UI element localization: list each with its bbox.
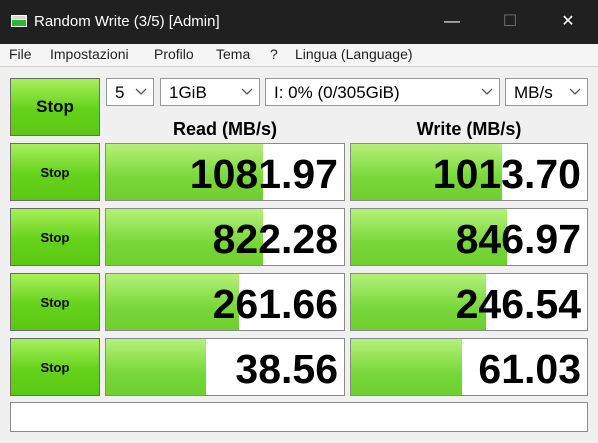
menu-language[interactable]: Lingua (Language)	[295, 46, 413, 62]
unit-select[interactable]: MB/s	[505, 78, 588, 106]
write-result-row-3: 246.54	[350, 273, 588, 331]
title-bar[interactable]: Random Write (3/5) [Admin] — ☐ ✕	[0, 0, 598, 44]
read-result-row-2: 822.28	[105, 208, 345, 266]
write-result-row-1: 1013.70	[350, 143, 588, 201]
test-size-select[interactable]: 1GiB	[160, 78, 260, 106]
write-value-row-4: 61.03	[478, 346, 581, 392]
menu-settings[interactable]: Impostazioni	[50, 46, 129, 62]
menu-profile[interactable]: Profilo	[154, 46, 194, 62]
read-result-row-3: 261.66	[105, 273, 345, 331]
stop-button-row-3[interactable]: Stop	[10, 273, 100, 331]
close-icon: ✕	[561, 13, 575, 30]
chevron-down-icon	[569, 88, 581, 95]
test-count-select[interactable]: 5	[106, 78, 154, 106]
stop-all-button[interactable]: Stop	[10, 78, 100, 136]
read-value-row-2: 822.28	[212, 216, 338, 262]
chevron-down-icon	[481, 88, 493, 95]
menu-bar: File Impostazioni Profilo Tema ? Lingua …	[0, 44, 598, 66]
read-value-row-1: 1081.97	[189, 151, 338, 197]
read-value-row-4: 38.56	[235, 346, 338, 392]
drive-icon	[11, 15, 27, 27]
write-value-row-2: 846.97	[455, 216, 581, 262]
write-value-row-1: 1013.70	[432, 151, 581, 197]
minimize-button[interactable]: —	[432, 8, 472, 36]
read-result-row-1: 1081.97	[105, 143, 345, 201]
minimize-icon: —	[444, 13, 460, 30]
drive-value: I: 0% (0/305GiB)	[274, 83, 400, 102]
maximize-icon: ☐	[502, 13, 518, 30]
read-header: Read (MB/s)	[172, 119, 277, 139]
stop-button-row-4[interactable]: Stop	[10, 338, 100, 396]
drive-select[interactable]: I: 0% (0/305GiB)	[265, 78, 500, 106]
chevron-down-icon	[135, 88, 147, 95]
write-result-row-2: 846.97	[350, 208, 588, 266]
read-result-row-4: 38.56	[105, 338, 345, 396]
test-size-value: 1GiB	[169, 83, 207, 102]
comment-field[interactable]	[10, 402, 588, 432]
menu-help[interactable]: ?	[270, 46, 278, 62]
window-title: Random Write (3/5) [Admin]	[34, 13, 220, 30]
menu-file[interactable]: File	[9, 46, 32, 62]
read-bar-row-4	[106, 339, 206, 395]
unit-value: MB/s	[514, 83, 553, 102]
maximize-button[interactable]: ☐	[490, 8, 530, 36]
write-result-row-4: 61.03	[350, 338, 588, 396]
stop-button-row-1[interactable]: Stop	[10, 143, 100, 201]
stop-button-row-2[interactable]: Stop	[10, 208, 100, 266]
write-value-row-3: 246.54	[455, 281, 581, 327]
write-header: Write (MB/s)	[416, 119, 522, 139]
test-count-value: 5	[115, 83, 125, 102]
chevron-down-icon	[241, 88, 253, 95]
close-button[interactable]: ✕	[548, 8, 588, 36]
menu-theme[interactable]: Tema	[216, 46, 250, 62]
write-bar-row-4	[351, 339, 462, 395]
read-value-row-3: 261.66	[212, 281, 338, 327]
